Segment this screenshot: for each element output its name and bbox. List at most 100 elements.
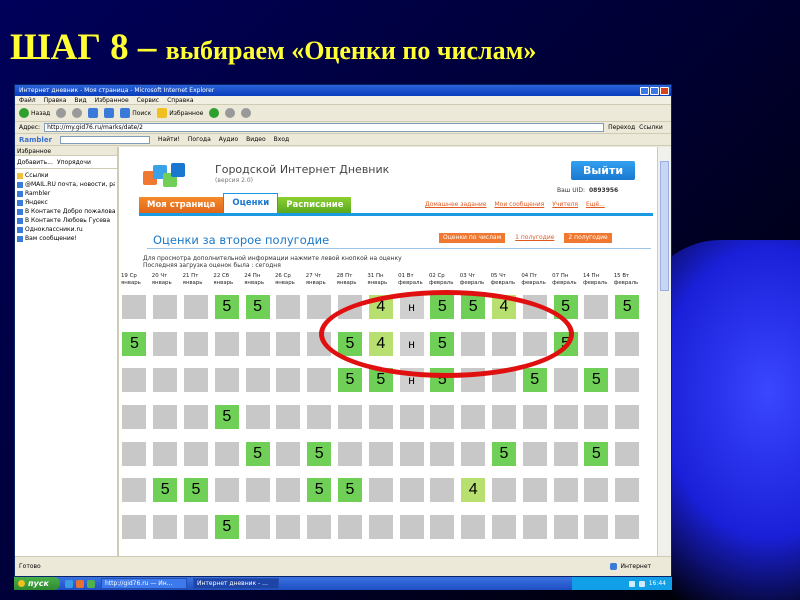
page-scrollbar[interactable] (657, 147, 671, 556)
links-label[interactable]: Ссылки (639, 124, 663, 131)
favorite-item[interactable]: Вам сообщение! (17, 234, 115, 243)
audio-link[interactable]: Аудио (219, 136, 238, 143)
grade-cell[interactable]: 5 (214, 515, 239, 540)
grade-cell[interactable]: 4 (461, 478, 486, 503)
empty-grade-cell (461, 515, 486, 540)
grade-cell[interactable]: 5 (584, 368, 609, 393)
close-button[interactable] (660, 86, 669, 95)
organize-favorites-button[interactable]: Упорядочи (57, 159, 91, 166)
menu-favorites[interactable]: Избранное (95, 97, 129, 104)
taskbar-item-active[interactable]: Интернет дневник - ... (193, 578, 279, 589)
favorite-item[interactable]: @MAIL.RU почта, новости, раб... (17, 180, 115, 189)
weather-link[interactable]: Погода (188, 136, 211, 143)
favorite-item[interactable]: Ссылки (17, 171, 115, 180)
login-link[interactable]: Вход (274, 136, 290, 143)
back-button[interactable]: Назад (19, 108, 50, 118)
grade-cell[interactable]: 5 (122, 331, 147, 356)
ie-icon[interactable] (65, 579, 73, 588)
maximize-button[interactable] (650, 86, 659, 95)
network-icon[interactable] (628, 580, 635, 587)
date-column-header: 26 Ср январь (273, 273, 304, 287)
windows-taskbar: пуск http://gid76.ru — Ин... Интернет дн… (14, 577, 672, 590)
empty-grade-cell (553, 368, 578, 393)
favorite-item[interactable]: Яндекс (17, 198, 115, 207)
empty-grade-cell (245, 515, 270, 540)
favorites-button[interactable]: Избранное (157, 108, 203, 118)
second-half-year-button[interactable]: 2 полугодие (564, 233, 612, 243)
messages-link[interactable]: Мои сообщения (494, 201, 544, 208)
empty-grade-cell (245, 478, 270, 503)
homework-link[interactable]: Домашнее задание (425, 201, 486, 208)
home-icon[interactable] (104, 108, 115, 118)
grade-cell[interactable]: 5 (214, 295, 239, 319)
minimize-button[interactable] (640, 86, 649, 95)
empty-grade-cell (584, 295, 609, 319)
add-favorite-button[interactable]: Добавить... (17, 159, 53, 166)
date-day: 05 Чт (490, 273, 506, 279)
rambler-search-input[interactable] (60, 135, 151, 144)
menu-help[interactable]: Справка (167, 97, 193, 104)
menu-tools[interactable]: Сервис (137, 97, 159, 104)
mail-icon[interactable] (225, 108, 236, 118)
date-day: 07 Пн (552, 273, 569, 279)
search-button[interactable]: Поиск (120, 108, 151, 118)
site-title: Городской Интернет Дневник (215, 163, 390, 176)
grade-cell[interactable]: 5 (584, 441, 609, 466)
first-half-year-link[interactable]: 1 полугодие (511, 233, 559, 243)
tab-schedule[interactable]: Расписание (278, 197, 352, 213)
scrollbar-thumb[interactable] (660, 161, 669, 291)
favorite-item[interactable]: Rambler (17, 189, 115, 198)
refresh-icon[interactable] (88, 108, 99, 118)
grade-cell[interactable]: 5 (337, 478, 362, 503)
tab-my-page[interactable]: Моя страница (139, 197, 224, 213)
empty-grade-cell (153, 405, 178, 430)
rambler-find-button[interactable]: Найти! (158, 136, 180, 143)
grade-cell[interactable]: 5 (214, 405, 239, 430)
date-month: февраль (582, 280, 608, 286)
volume-icon[interactable] (638, 580, 645, 587)
video-link[interactable]: Видео (246, 136, 266, 143)
media-icon[interactable] (76, 579, 84, 588)
desktop-icon[interactable] (87, 579, 95, 588)
menu-edit[interactable]: Правка (44, 97, 67, 104)
grade-cell[interactable]: 5 (183, 478, 208, 503)
more-link[interactable]: Ещё... (586, 201, 605, 208)
date-day: 24 Пн (244, 273, 261, 279)
go-button[interactable]: Переход (608, 124, 635, 131)
date-day: 14 Пн (582, 273, 600, 279)
favorite-item[interactable]: Одноклассники.ru (17, 225, 115, 234)
rambler-toolbar: Rambler Найти! Погода Аудио Видео Вход (15, 134, 671, 146)
teachers-link[interactable]: Учителя (552, 201, 578, 208)
forward-arrow-icon[interactable] (56, 108, 67, 118)
empty-grade-cell (337, 441, 362, 466)
rambler-logo[interactable]: Rambler (19, 136, 52, 144)
grade-cell[interactable]: 5 (245, 441, 270, 466)
print-icon[interactable] (241, 108, 252, 118)
taskbar-item[interactable]: http://gid76.ru — Ин... (101, 578, 187, 589)
grade-cell[interactable]: 5 (491, 441, 516, 466)
favorite-item[interactable]: В Контакте Любовь Гусева (17, 216, 115, 225)
favorite-item[interactable]: В Контакте Добро пожаловать (17, 207, 115, 216)
tab-grades[interactable]: Оценки (223, 193, 279, 213)
grade-cell[interactable]: 5 (245, 295, 270, 319)
menu-view[interactable]: Вид (74, 97, 86, 104)
date-day: 26 Ср (274, 273, 291, 279)
stop-icon[interactable] (72, 108, 83, 118)
start-button[interactable]: пуск (14, 577, 60, 590)
empty-grade-cell (584, 331, 609, 356)
url-input[interactable]: http://my.gid76.ru/marks/date/2 (44, 123, 605, 132)
date-column-header: 14 Пн февраль (581, 273, 612, 287)
grade-cell[interactable]: 5 (307, 478, 332, 503)
grade-cell[interactable]: 5 (615, 295, 640, 319)
grade-cell[interactable]: 5 (337, 368, 362, 393)
empty-grade-cell (399, 441, 424, 466)
history-icon[interactable] (209, 108, 220, 118)
logout-button[interactable]: Выйти (571, 161, 635, 180)
grade-cell[interactable]: 5 (522, 368, 547, 393)
favorite-label: Вам сообщение! (25, 235, 77, 242)
grade-cell[interactable]: 5 (307, 441, 332, 466)
grades-by-date-button[interactable]: Оценки по числам (439, 233, 506, 243)
grade-cell[interactable]: 5 (153, 478, 178, 503)
menu-file[interactable]: Файл (19, 97, 36, 104)
empty-grade-cell (584, 405, 609, 430)
